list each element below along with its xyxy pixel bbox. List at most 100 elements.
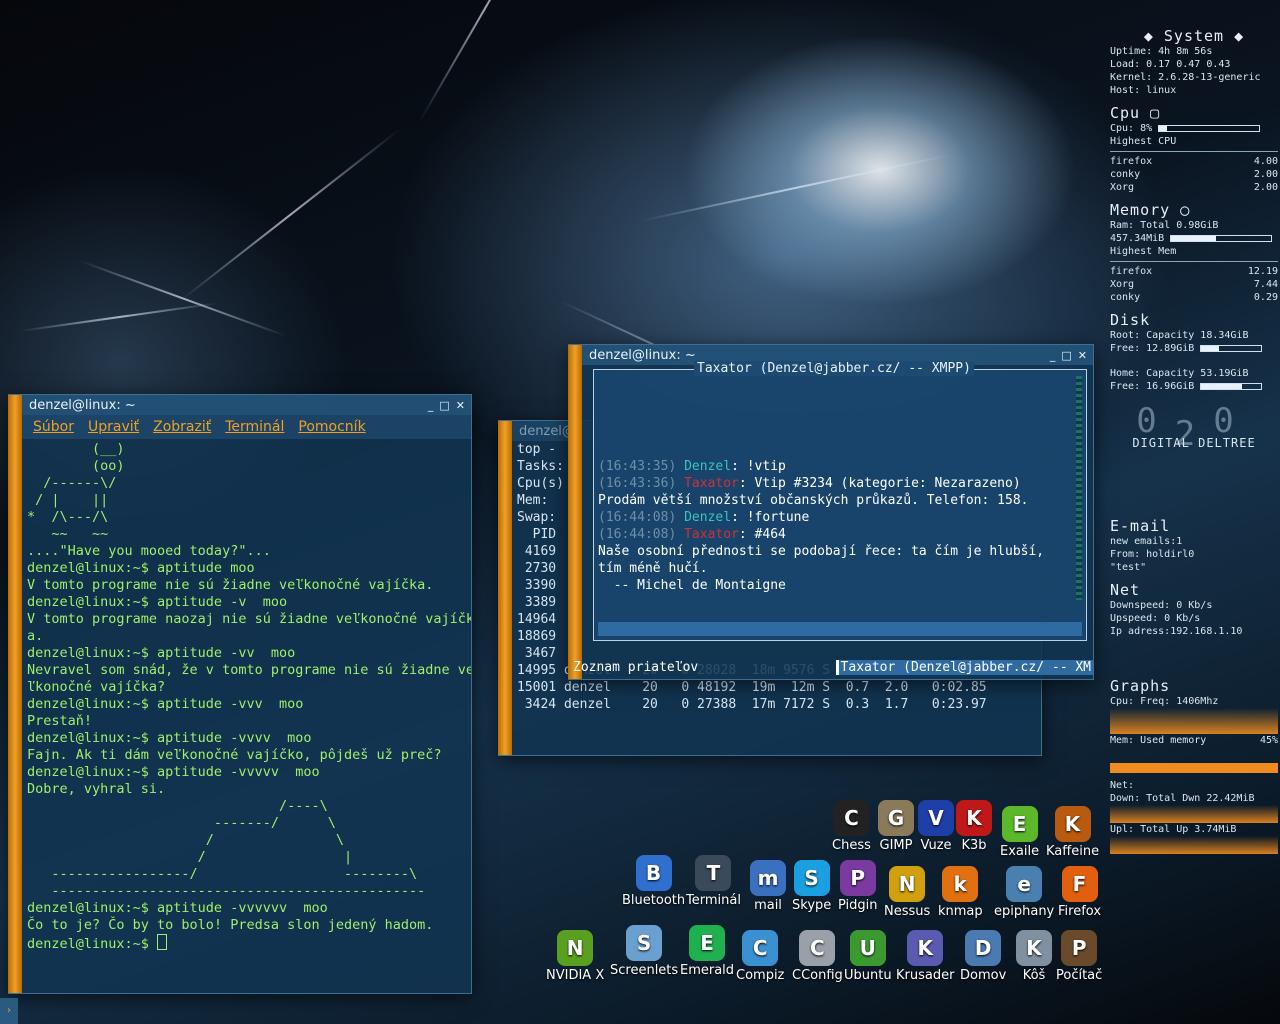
desktop-icon-nessus[interactable]: N Nessus bbox=[884, 866, 930, 919]
menu-view[interactable]: Zobraziť bbox=[153, 419, 211, 435]
cpu-heading: Cpu ▢ bbox=[1110, 104, 1161, 122]
terminal-line: / | || bbox=[27, 492, 109, 508]
computer-icon: P bbox=[1061, 930, 1098, 966]
buddy-list-tab[interactable]: Zoznam priateľov bbox=[573, 660, 698, 675]
skype-icon: S bbox=[793, 860, 830, 896]
desktop-icon-label: mail bbox=[754, 898, 782, 913]
desktop-icon-chess[interactable]: C Chess bbox=[832, 800, 871, 853]
uptime: Uptime: 4h 8m 56s bbox=[1110, 46, 1213, 57]
bluetooth-icon: B bbox=[635, 855, 672, 891]
mem-top-list: firefox 12.19 Xorg 7.44 conky 0.29 bbox=[1110, 265, 1278, 304]
close-icon[interactable]: ✕ bbox=[1078, 349, 1087, 362]
menu-help[interactable]: Pomocník bbox=[298, 419, 365, 435]
disk-heading: Disk bbox=[1110, 311, 1151, 329]
maximize-icon[interactable]: □ bbox=[1061, 349, 1071, 362]
desktop-icon-label: Exaile bbox=[1000, 844, 1040, 859]
desktop-icon-nvidia-x[interactable]: N NVIDIA X bbox=[546, 930, 604, 983]
desktop-icon-mail[interactable]: m mail bbox=[750, 860, 786, 913]
chat-window[interactable]: denzel@linux: ~ _ □ ✕ Taxator (Denzel@ja… bbox=[568, 344, 1094, 680]
terminal-line: denzel@linux:~$ aptitude moo bbox=[27, 560, 255, 576]
terminal-line: / | bbox=[27, 849, 353, 865]
nickname: Taxator bbox=[684, 527, 739, 542]
desktop-icon-k3b[interactable]: K K3b bbox=[956, 800, 992, 853]
desktop-icon-compiz[interactable]: C Compiz bbox=[736, 930, 784, 983]
ram-used-row: 457.34MiB bbox=[1110, 232, 1278, 245]
desktop-icon-kaffeine[interactable]: K Kaffeine bbox=[1046, 806, 1099, 859]
desktop-icon-cconfig[interactable]: C CConfig bbox=[792, 930, 843, 983]
timestamp: (16:43:35) bbox=[598, 459, 685, 474]
desktop-icon-skype[interactable]: S Skype bbox=[792, 860, 831, 913]
load: Load: 0.17 0.47 0.43 bbox=[1110, 59, 1231, 70]
desktop-icon-domov[interactable]: D Domov bbox=[960, 930, 1006, 983]
conversation-pane: Taxator (Denzel@jabber.cz/ -- XMPP) (16:… bbox=[593, 361, 1087, 641]
root-free-row: Free: 12.89GiB bbox=[1110, 342, 1278, 355]
process-row: conky 0.29 bbox=[1110, 292, 1278, 303]
menu-edit[interactable]: Upraviť bbox=[88, 419, 139, 435]
minimize-icon[interactable]: _ bbox=[1050, 349, 1056, 362]
desktop-icon-exaile[interactable]: E Exaile bbox=[1000, 806, 1039, 859]
desktop-icon-termin-l[interactable]: T Terminál bbox=[686, 855, 741, 908]
terminal-titlebar[interactable]: denzel@linux: ~ _ □ ✕ bbox=[9, 395, 471, 415]
desktop-icon-label: Screenlets bbox=[610, 963, 679, 978]
window-title: denzel@linux: ~ bbox=[29, 397, 136, 413]
desktop-icon-screenlets[interactable]: S Screenlets bbox=[610, 925, 678, 978]
desktop-icon-po-ta-[interactable]: P Počítač bbox=[1056, 930, 1102, 983]
panel-toggle[interactable]: › bbox=[0, 998, 18, 1024]
desktop-icon-gimp[interactable]: G GIMP bbox=[878, 800, 914, 853]
terminal-prompt[interactable]: denzel@linux:~$ bbox=[27, 934, 471, 953]
memory-heading: Memory ◯ bbox=[1110, 201, 1191, 219]
conversation-title: Taxator (Denzel@jabber.cz/ -- XMPP) bbox=[694, 361, 974, 376]
desktop-icon-label: Bluetooth bbox=[622, 893, 686, 908]
desktop-icon-krusader[interactable]: K Krusader bbox=[896, 930, 954, 983]
timestamp: (16:43:36) bbox=[598, 476, 685, 491]
cpu-top-list: firefox 4.00 conky 2.00 Xorg 2.00 bbox=[1110, 155, 1278, 194]
desktop-icon-label: GIMP bbox=[879, 838, 913, 853]
chat-scrollbar[interactable] bbox=[1076, 376, 1082, 600]
menu-bar: Súbor Upraviť Zobraziť Terminál Pomocník bbox=[9, 415, 471, 439]
emerald-icon: E bbox=[689, 925, 726, 961]
timestamp: (16:44:08) bbox=[598, 527, 685, 542]
desktop-icon-emerald[interactable]: E Emerald bbox=[680, 925, 734, 978]
chat-input[interactable] bbox=[598, 622, 1082, 636]
maximize-icon[interactable]: □ bbox=[439, 399, 449, 412]
nvidia-icon: N bbox=[557, 930, 594, 966]
home-disk-bar bbox=[1200, 382, 1263, 390]
terminal-line: ...."Have you mooed today?"... bbox=[27, 543, 271, 559]
graphs-heading: Graphs bbox=[1110, 677, 1171, 695]
terminal-line: Fajn. Ak ti dám veľkonočné vajíčko, pôjd… bbox=[27, 747, 442, 763]
terminal-line: Prestaň! bbox=[27, 713, 93, 729]
mem-used-row: Mem: Used memory 45% bbox=[1110, 735, 1278, 746]
menu-terminal[interactable]: Terminál bbox=[225, 419, 284, 435]
active-conversation-tab[interactable]: Taxator (Denzel@jabber.cz/ -- XM bbox=[835, 660, 1093, 675]
ubuntu-icon: U bbox=[849, 930, 886, 966]
desktop-icon-knmap[interactable]: k knmap bbox=[938, 866, 983, 919]
minimize-icon[interactable]: _ bbox=[428, 399, 434, 412]
desktop-icon-vuze[interactable]: V Vuze bbox=[918, 800, 954, 853]
k3b-icon: K bbox=[956, 800, 992, 836]
cpu-graph bbox=[1110, 708, 1278, 734]
desktop-icon-label: Kôš bbox=[1022, 968, 1046, 983]
desktop-icon-k-[interactable]: K Kôš bbox=[1016, 930, 1052, 983]
terminal-output[interactable]: (__) (oo) /------\/ / | || * /\---/\ ~~ ~… bbox=[9, 439, 471, 953]
terminal-line: denzel@linux:~$ aptitude -vvv moo bbox=[27, 696, 304, 712]
desktop-icon-bluetooth[interactable]: B Bluetooth bbox=[622, 855, 685, 908]
chat-message: (16:44:08) Taxator: #464 bbox=[598, 526, 1066, 543]
desktop-icon-label: Kaffeine bbox=[1046, 844, 1100, 859]
terminal-window-main[interactable]: denzel@linux: ~ _ □ ✕ Súbor Upraviť Zobr… bbox=[8, 394, 472, 994]
pidgin-icon: P bbox=[839, 860, 876, 896]
net-heading: Net bbox=[1110, 581, 1141, 599]
desktop-icon-pidgin[interactable]: P Pidgin bbox=[838, 860, 878, 913]
knmap-icon: k bbox=[942, 866, 979, 902]
desktop-icon-ubuntu[interactable]: U Ubuntu bbox=[844, 930, 892, 983]
close-icon[interactable]: ✕ bbox=[456, 399, 465, 412]
upload-total: Upl: Total Up 3.74MiB bbox=[1110, 824, 1237, 835]
desktop-icon-epiphany[interactable]: e epiphany bbox=[994, 866, 1054, 919]
desktop-icon-firefox[interactable]: F Firefox bbox=[1058, 866, 1101, 919]
nickname: Denzel bbox=[684, 459, 732, 474]
chat-message: (16:44:08) Denzel: !fortune bbox=[598, 509, 1066, 526]
desktop-icon-label: Terminál bbox=[686, 893, 741, 908]
menu-file[interactable]: Súbor bbox=[33, 419, 74, 435]
terminal-line: ----------------------------------------… bbox=[27, 883, 426, 899]
krusader-icon: K bbox=[907, 930, 944, 966]
conky-monitor: ◆ System ◆ Uptime: 4h 8m 56s Load: 0.17 … bbox=[1110, 29, 1278, 854]
